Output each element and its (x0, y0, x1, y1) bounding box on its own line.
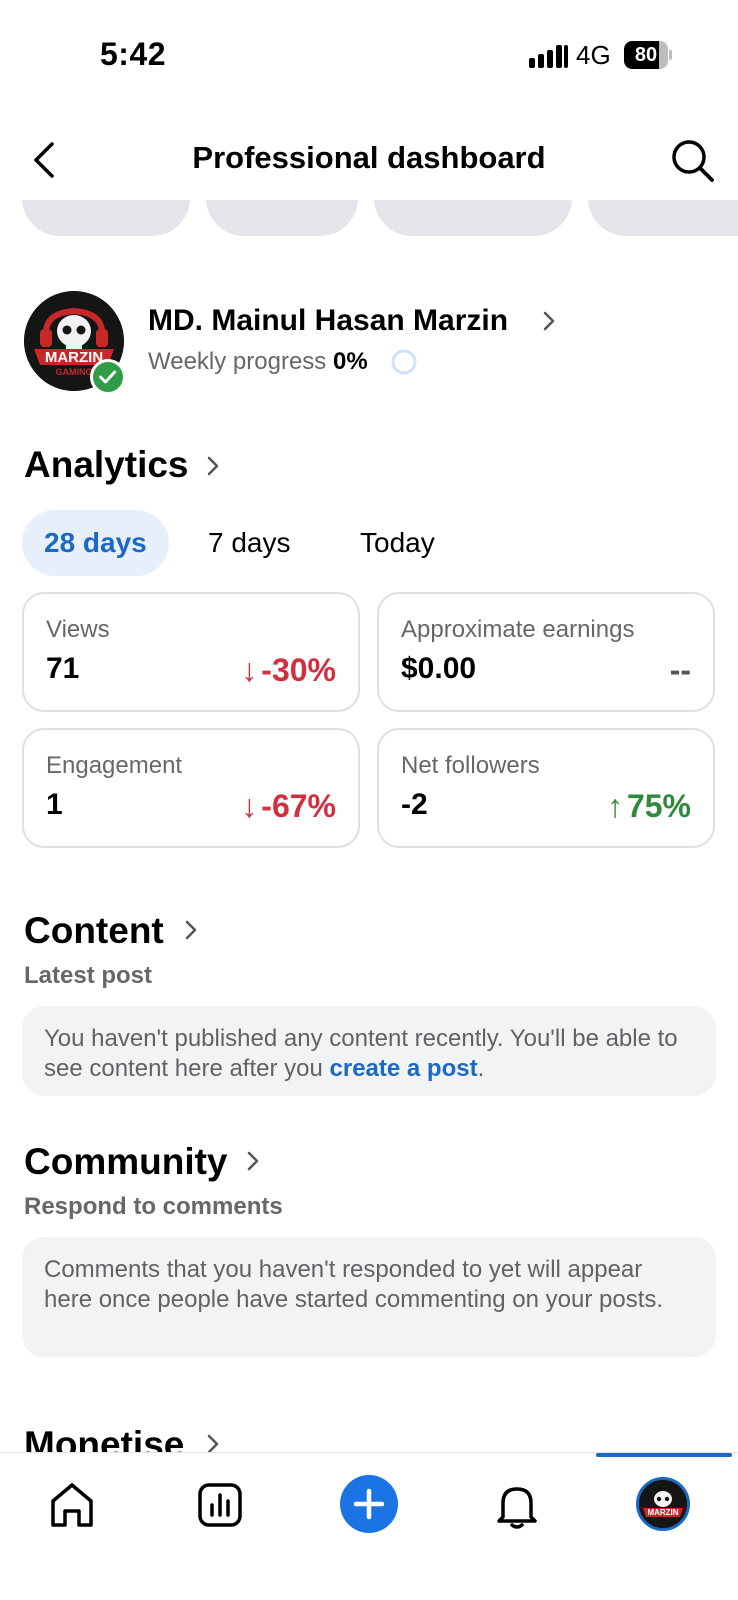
metric-label: Approximate earnings (401, 616, 635, 643)
metric-card-views[interactable]: Views 71 ↓ -30% (22, 592, 360, 712)
metric-value: $0.00 (401, 652, 477, 685)
network-type: 4G (576, 40, 611, 70)
content-empty-message: You haven't published any content recent… (22, 1006, 716, 1096)
bottom-navigation: MARZIN (0, 1452, 738, 1600)
tab-28-days[interactable]: 28 days (22, 510, 169, 576)
gaming-logo-icon: MARZIN (639, 1480, 687, 1528)
community-subheading: Respond to comments (24, 1193, 283, 1220)
community-empty-message: Comments that you haven't responded to y… (22, 1237, 716, 1357)
metric-label: Engagement (46, 752, 183, 779)
shortcut-chip[interactable] (22, 200, 190, 236)
arrow-down-icon: ↓ (241, 788, 258, 824)
community-heading[interactable]: Community (24, 1141, 228, 1183)
profile-avatar-tab[interactable]: MARZIN (636, 1477, 690, 1531)
shortcut-chips-row[interactable] (0, 200, 738, 238)
dashboard-chart-icon[interactable] (188, 1473, 252, 1537)
bell-icon[interactable] (485, 1473, 549, 1537)
metric-label: Views (46, 616, 110, 643)
shortcut-chip[interactable] (374, 200, 572, 236)
metric-card-net-followers[interactable]: Net followers -2 ↑ 75% (377, 728, 715, 848)
status-time: 5:42 (100, 36, 167, 72)
shortcut-chip[interactable] (588, 200, 738, 236)
metric-change: ↓ -67% (241, 788, 336, 824)
tab-today[interactable]: Today (338, 510, 457, 576)
shortcut-chip[interactable] (206, 200, 358, 236)
create-button[interactable] (340, 1475, 398, 1533)
metric-change: ↓ -30% (241, 652, 336, 688)
metric-value: -2 (401, 788, 428, 821)
chevron-right-icon[interactable] (540, 310, 558, 332)
metric-value: 1 (46, 788, 63, 821)
top-app-bar: Professional dashboard (0, 120, 738, 200)
plus-icon (353, 1488, 385, 1520)
verified-check-icon (90, 359, 126, 395)
chevron-right-icon[interactable] (182, 918, 200, 942)
metric-label: Net followers (401, 752, 540, 779)
page-title: Professional dashboard (192, 140, 546, 175)
metric-change: -- (669, 652, 691, 688)
weekly-progress-label: Weekly progress (148, 348, 327, 375)
analytics-heading[interactable]: Analytics (24, 444, 189, 486)
create-post-link[interactable]: create a post (330, 1055, 478, 1082)
metric-card-earnings[interactable]: Approximate earnings $0.00 -- (377, 592, 715, 712)
battery-icon: 80 (624, 41, 672, 69)
progress-ring-icon (391, 349, 417, 375)
weekly-progress-value: 0% (332, 348, 368, 375)
metric-card-engagement[interactable]: Engagement 1 ↓ -67% (22, 728, 360, 848)
metric-value: 71 (46, 652, 80, 685)
active-tab-indicator (596, 1453, 732, 1457)
home-icon[interactable] (40, 1473, 104, 1537)
battery-level: 80 (634, 44, 658, 66)
profile-row[interactable]: MARZIN GAMING MD. Mainul Hasan Marzin We… (0, 288, 738, 398)
arrow-up-icon: ↑ (606, 788, 623, 824)
tab-7-days[interactable]: 7 days (186, 510, 313, 576)
arrow-down-icon: ↓ (241, 652, 258, 688)
profile-avatar[interactable]: MARZIN GAMING (24, 291, 128, 395)
content-heading[interactable]: Content (24, 910, 164, 952)
cellular-signal-icon (529, 45, 568, 68)
chevron-right-icon[interactable] (204, 454, 222, 478)
svg-text:MARZIN: MARZIN (647, 1508, 678, 1517)
metric-change: ↑ 75% (606, 788, 691, 824)
profile-name[interactable]: MD. Mainul Hasan Marzin (148, 304, 508, 338)
svg-text:GAMING: GAMING (56, 367, 93, 377)
search-icon[interactable] (668, 136, 716, 184)
content-subheading: Latest post (24, 962, 153, 989)
weekly-progress: Weekly progress 0% (148, 348, 368, 376)
chevron-right-icon[interactable] (244, 1149, 262, 1173)
status-bar: 5:42 4G 80 (0, 0, 738, 110)
